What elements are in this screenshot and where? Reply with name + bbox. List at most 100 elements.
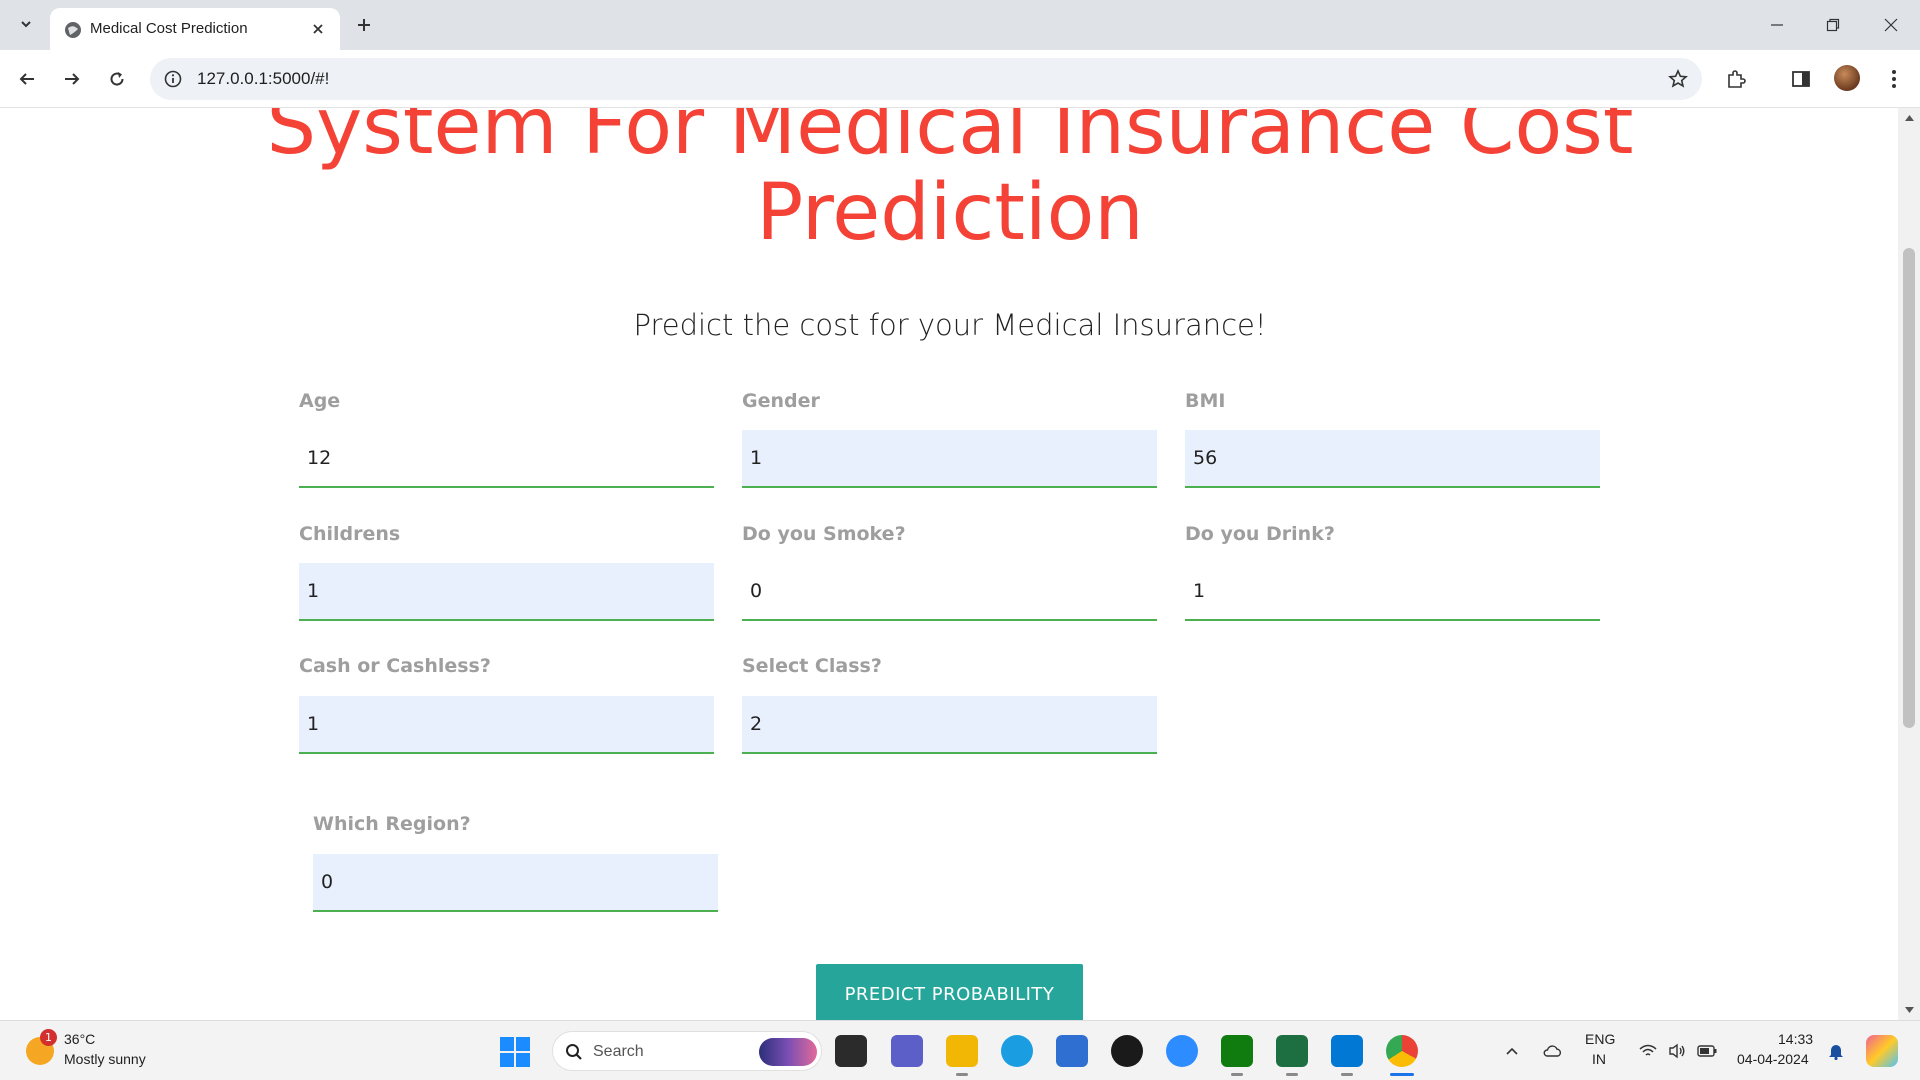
taskbar: 1 36°C Mostly sunny Search ENG IN 14:33 … [0,1020,1920,1080]
running-indicator-active [1390,1073,1414,1076]
start-tile [516,1037,530,1051]
wifi-icon[interactable] [1638,1041,1658,1061]
region-label: Which Region? [313,813,471,835]
tab-active[interactable]: Medical Cost Prediction [50,8,340,50]
drink-label: Do you Drink? [1185,523,1335,545]
predict-button[interactable]: PREDICT PROBABILITY [816,964,1083,1020]
tab-strip: Medical Cost Prediction [0,0,1920,50]
excel-icon[interactable] [1276,1035,1308,1067]
restore-icon [1826,18,1840,32]
vscode-icon[interactable] [1331,1035,1363,1067]
close-icon [1884,18,1898,32]
scroll-up-button[interactable] [1903,112,1915,124]
back-button[interactable] [11,63,43,95]
new-tab-button[interactable] [350,11,378,39]
puzzle-icon [1728,70,1746,88]
address-bar[interactable]: 127.0.0.1:5000/#! [150,58,1702,100]
scrollbar-thumb[interactable] [1903,248,1915,728]
region-input[interactable]: 0 [313,854,718,912]
dell-icon[interactable] [1111,1035,1143,1067]
folder-icon[interactable] [946,1035,978,1067]
triangle-up-icon [1904,115,1914,121]
page-subtitle: Predict the cost for your Medical Insura… [633,308,1267,342]
chevron-down-icon [21,21,31,28]
chrome-icon[interactable] [1386,1035,1418,1067]
smoke-label: Do you Smoke? [742,523,906,545]
language-code[interactable]: ENG [1585,1031,1615,1047]
store-icon[interactable] [1056,1035,1088,1067]
extensions-button[interactable] [1720,63,1752,95]
battery-icon[interactable] [1697,1041,1717,1061]
zoom-icon[interactable] [1166,1035,1198,1067]
start-tile [500,1037,514,1051]
browser-toolbar: 127.0.0.1:5000/#! [0,50,1920,108]
info-icon [164,70,182,88]
page-title: System For Medical Insurance Cost Predic… [266,108,1634,258]
close-icon [313,24,323,34]
restore-button[interactable] [1818,10,1848,40]
volume-icon[interactable] [1667,1041,1687,1061]
page-scrollbar[interactable] [1898,108,1920,1020]
xbox-icon[interactable] [1221,1035,1253,1067]
tab-close-button[interactable] [308,19,328,39]
forward-button[interactable] [56,63,88,95]
start-tile [516,1053,530,1067]
class-input[interactable]: 2 [742,696,1157,754]
search-placeholder: Search [593,1043,644,1060]
url-text: 127.0.0.1:5000/#! [197,69,330,88]
browser-menu-button[interactable] [1878,63,1910,95]
windows-start-button[interactable] [500,1037,530,1067]
arrow-right-icon [65,73,80,85]
bmi-label: BMI [1185,390,1226,412]
drink-input[interactable]: 1 [1185,563,1600,621]
smoke-input[interactable]: 0 [742,563,1157,621]
clock-date[interactable]: 04-04-2024 [1737,1051,1809,1067]
file-explorer-icon[interactable] [835,1035,867,1067]
profile-avatar[interactable] [1834,65,1860,91]
teams-icon[interactable] [891,1035,923,1067]
edge-icon[interactable] [1001,1035,1033,1067]
clock-time[interactable]: 14:33 [1778,1031,1813,1047]
payment-input[interactable]: 1 [299,696,714,754]
reload-button[interactable] [101,63,133,95]
scroll-down-button[interactable] [1903,1004,1915,1016]
childrens-label: Childrens [299,523,401,545]
close-window-button[interactable] [1876,10,1906,40]
notification-bell-icon[interactable] [1826,1041,1846,1061]
language-region[interactable]: IN [1592,1051,1606,1067]
site-info-button[interactable] [160,66,186,92]
class-label: Select Class? [742,655,882,677]
minimize-button[interactable] [1762,10,1792,40]
triangle-down-icon [1904,1007,1914,1013]
chevron-up-icon[interactable] [1502,1041,1522,1061]
plus-icon [358,19,370,31]
copilot-icon[interactable] [1866,1035,1898,1067]
childrens-input[interactable]: 1 [299,563,714,621]
running-indicator [1341,1073,1353,1076]
weather-description[interactable]: Mostly sunny [64,1051,146,1067]
gender-label: Gender [742,390,820,412]
bmi-input[interactable]: 56 [1185,430,1600,488]
running-indicator [1286,1073,1298,1076]
globe-icon [65,22,81,38]
age-label: Age [299,390,341,412]
weather-badge: 1 [40,1029,57,1046]
side-panel-icon [1792,71,1810,87]
weather-temperature[interactable]: 36°C [64,1031,95,1047]
page-viewport: System For Medical Insurance Cost Predic… [0,108,1898,1020]
onedrive-cloud-icon[interactable] [1542,1041,1562,1061]
gender-input[interactable]: 1 [742,430,1157,488]
payment-label: Cash or Cashless? [299,655,491,677]
screen: Medical Cost Prediction 127.0.0.1:5000/#… [0,0,1920,1080]
tab-title: Medical Cost Prediction [90,20,248,37]
search-highlight-image [759,1038,817,1066]
star-icon [1668,69,1688,88]
age-input[interactable]: 12 [299,430,714,488]
tab-search-button[interactable] [10,8,42,40]
search-icon [563,1041,585,1063]
taskbar-search[interactable]: Search [552,1031,822,1071]
bookmark-button[interactable] [1666,67,1690,91]
running-indicator [1231,1073,1243,1076]
arrow-left-icon [19,73,34,85]
side-panel-button[interactable] [1785,63,1817,95]
